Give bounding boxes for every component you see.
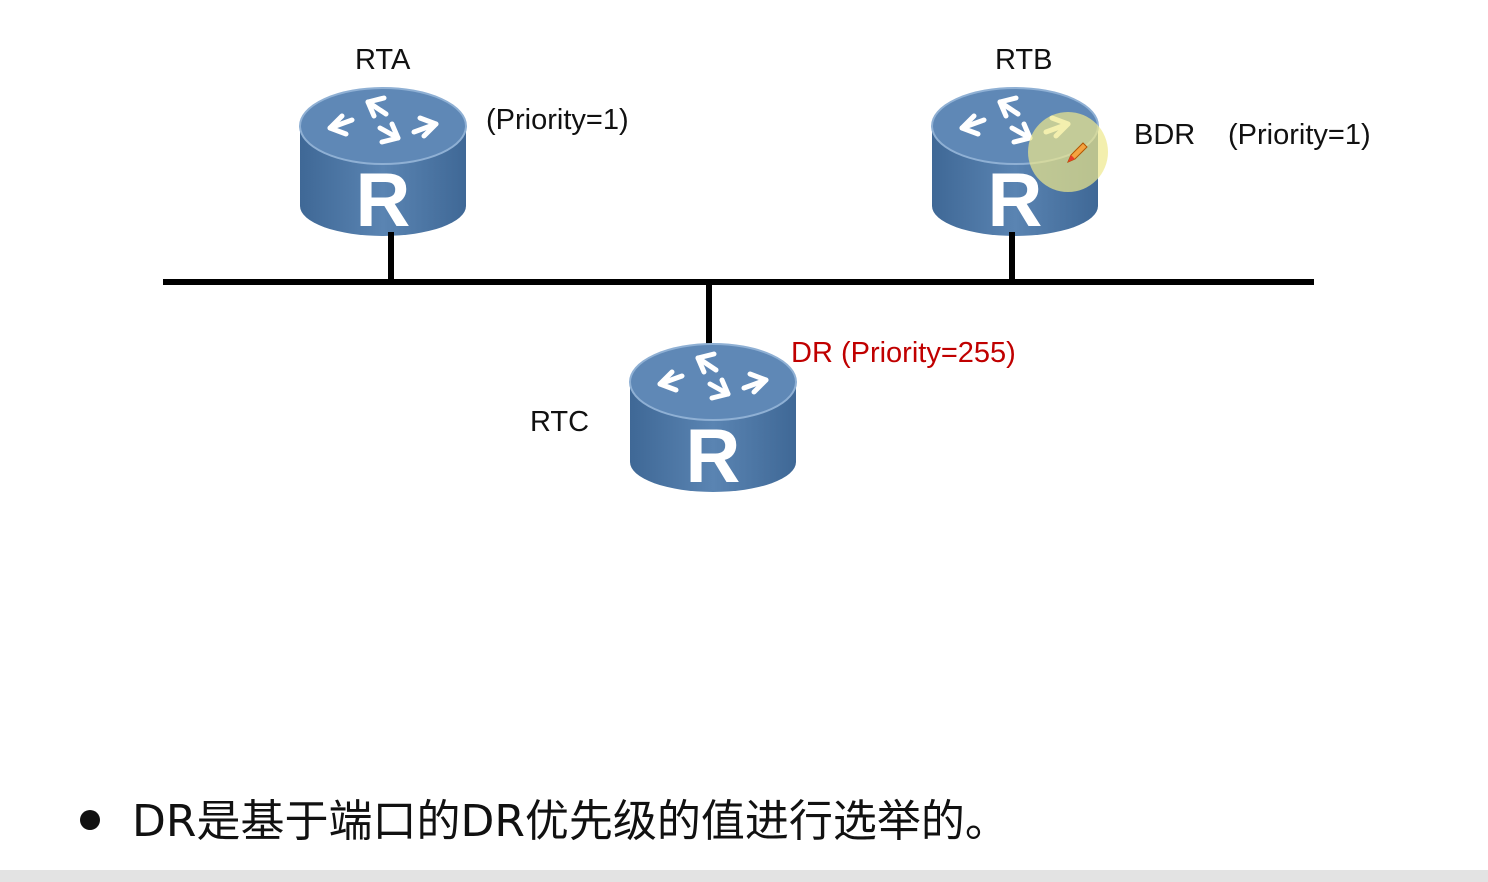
rtc-link <box>706 282 712 344</box>
router-rta-glyph: R <box>356 158 411 243</box>
router-rtc-glyph: R <box>686 414 741 499</box>
rtb-link <box>1009 232 1015 282</box>
rta-link <box>388 232 394 282</box>
pen-cursor-icon <box>1067 142 1088 163</box>
router-rtc-icon: R <box>629 343 797 499</box>
note-text: DR是基于端口的DR优先级的值进行选举的。 <box>132 796 1009 847</box>
rtb-name-label: RTB <box>995 44 1053 76</box>
rta-priority-label: (Priority=1) <box>486 104 629 136</box>
rtc-dr-priority-label: DR (Priority=255) <box>791 337 1016 369</box>
slide: RTA R (Priority=1) RTB R BDR (Priority=1… <box>0 0 1488 882</box>
rtb-role-label: BDR <box>1134 119 1196 151</box>
router-rta-icon: R <box>299 87 467 243</box>
ethernet-bus-line <box>163 279 1314 285</box>
rtb-priority-label: (Priority=1) <box>1228 119 1371 151</box>
rta-name-label: RTA <box>355 44 411 76</box>
bullet-note: DR是基于端口的DR优先级的值进行选举的。 <box>80 796 1009 847</box>
bottom-bar <box>0 870 1488 882</box>
bullet-icon <box>80 810 100 830</box>
rtc-name-label: RTC <box>530 406 590 438</box>
